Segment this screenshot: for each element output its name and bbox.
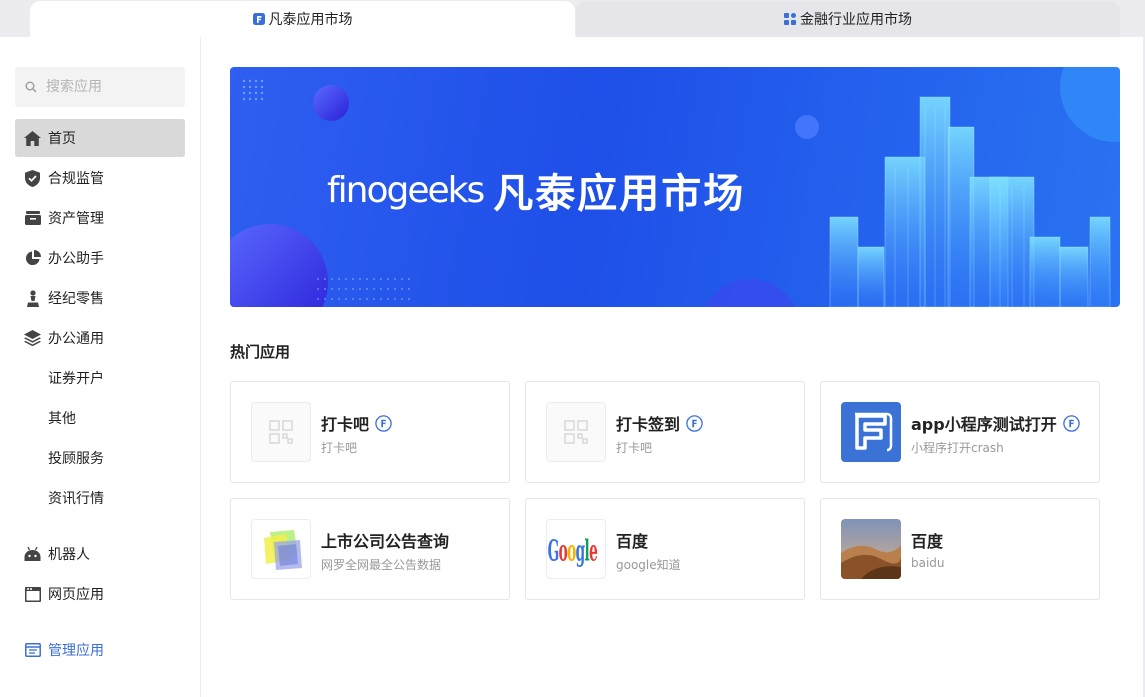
- app-description: 小程序打开crash: [911, 441, 1004, 455]
- pie-chart-icon: [24, 250, 41, 267]
- sidebar-subitem-advisory[interactable]: 投顾服务: [15, 439, 185, 477]
- search-input[interactable]: [46, 79, 166, 95]
- tab-label: 金融行业应用市场: [800, 12, 912, 28]
- app-name-text: 打卡吧: [321, 415, 370, 434]
- sidebar-item-label: 网页应用: [48, 587, 104, 603]
- app-name: 百度: [616, 528, 648, 552]
- google-logo-icon: Google: [546, 519, 606, 579]
- app-name: app小程序测试打开: [911, 411, 1080, 435]
- finogeeks-f-icon: [841, 402, 901, 462]
- layers-icon: [24, 330, 41, 347]
- sidebar-item-label: 经纪零售: [48, 291, 104, 307]
- sidebar-item-web-apps[interactable]: 网页应用: [15, 575, 185, 613]
- app-name-text: 上市公司公告查询: [321, 532, 450, 551]
- grid-apps-icon: [784, 13, 796, 25]
- app-card[interactable]: app小程序测试打开 小程序打开crash: [820, 381, 1100, 483]
- sidebar-item-label: 办公助手: [48, 251, 104, 267]
- shield-check-icon: [24, 169, 41, 187]
- sidebar-item-label: 机器人: [48, 547, 90, 563]
- app-name-text: 百度: [616, 532, 649, 551]
- app-description: google知道: [616, 558, 681, 572]
- app-name-text: 百度: [911, 532, 944, 551]
- main-content: finogeeks 凡泰应用市场 热门应用 打卡吧 打卡吧 打卡签到 打卡吧 a…: [201, 37, 1143, 697]
- sidebar-item-asset-management[interactable]: 资产管理: [15, 199, 185, 237]
- app-card[interactable]: 百度 baidu: [820, 498, 1100, 600]
- sidebar-item-home[interactable]: 首页: [15, 119, 185, 157]
- verified-badge-icon: [1062, 414, 1080, 432]
- sidebar-item-label: 资讯行情: [48, 491, 104, 507]
- app-name-text: app小程序测试打开: [911, 415, 1057, 434]
- app-description: 网罗全网最全公告数据: [321, 558, 442, 572]
- sidebar-item-label: 投顾服务: [48, 451, 104, 467]
- sidebar-item-brokerage-retail[interactable]: 经纪零售: [15, 279, 185, 317]
- qr-placeholder-icon: [546, 402, 606, 462]
- sidebar-item-label: 办公通用: [48, 331, 104, 347]
- manage-window-icon: [24, 642, 41, 659]
- tab-finogeeks-market[interactable]: 凡泰应用市场: [30, 1, 575, 37]
- finogeeks-wordmark: finogeeks: [327, 169, 485, 211]
- sidebar-subitem-market-news[interactable]: 资讯行情: [15, 479, 185, 517]
- sidebar-item-label: 首页: [48, 131, 76, 147]
- sidebar-subitem-other[interactable]: 其他: [15, 399, 185, 437]
- app-card[interactable]: 打卡签到 打卡吧: [525, 381, 805, 483]
- sidebar-item-manage-apps[interactable]: 管理应用: [15, 631, 185, 669]
- sidebar-item-office-general[interactable]: 办公通用: [15, 319, 185, 357]
- app-card[interactable]: Google 百度 google知道: [525, 498, 805, 600]
- sidebar-item-office-assistant[interactable]: 办公助手: [15, 239, 185, 277]
- archive-box-icon: [24, 210, 41, 227]
- sidebar-item-label: 管理应用: [48, 643, 104, 659]
- app-description: 打卡吧: [616, 441, 653, 455]
- tab-label: 凡泰应用市场: [268, 12, 353, 28]
- verified-badge-icon: [686, 414, 703, 432]
- sidebar-item-label: 其他: [48, 411, 76, 427]
- home-icon: [24, 130, 41, 147]
- hot-apps-heading: 热门应用: [230, 343, 291, 361]
- tab-finance-market[interactable]: 金融行业应用市场: [576, 1, 1120, 37]
- banner-title: finogeeks 凡泰应用市场: [327, 161, 745, 219]
- app-description: baidu: [911, 556, 945, 570]
- app-name: 打卡签到: [616, 411, 703, 435]
- app-name: 打卡吧: [321, 411, 392, 435]
- app-description: 打卡吧: [321, 441, 358, 455]
- sidebar-item-label: 合规监管: [48, 171, 104, 187]
- banner-heading: 凡泰应用市场: [493, 171, 746, 217]
- sidebar-item-compliance[interactable]: 合规监管: [15, 159, 185, 197]
- finogeeks-logo-icon: [252, 13, 265, 25]
- app-name: 上市公司公告查询: [321, 528, 449, 552]
- app-card[interactable]: 打卡吧 打卡吧: [230, 381, 510, 483]
- app-window: 首页 合规监管 资产管理 办公助手 经纪零售 办公通用 证券开户 其他 投: [0, 37, 1143, 697]
- sidebar: 首页 合规监管 资产管理 办公助手 经纪零售 办公通用 证券开户 其他 投: [0, 37, 201, 697]
- search-box[interactable]: [15, 67, 185, 107]
- svg-text:Google: Google: [548, 535, 598, 568]
- sidebar-item-label: 资产管理: [48, 211, 104, 227]
- qr-placeholder-icon: [251, 402, 311, 462]
- desert-dune-icon: [841, 519, 901, 579]
- robot-icon: [24, 546, 41, 563]
- chess-pawn-icon: [24, 289, 41, 307]
- cube-icon: [251, 519, 311, 579]
- tab-bar: 凡泰应用市场 金融行业应用市场: [0, 0, 1145, 37]
- app-name: 百度: [911, 528, 943, 552]
- sidebar-item-label: 证券开户: [48, 371, 104, 387]
- app-name-text: 打卡签到: [616, 415, 681, 434]
- app-card[interactable]: 上市公司公告查询 网罗全网最全公告数据: [230, 498, 510, 600]
- search-icon: [25, 81, 37, 93]
- browser-window-icon: [24, 586, 41, 603]
- verified-badge-icon: [375, 414, 392, 432]
- promo-banner[interactable]: finogeeks 凡泰应用市场: [230, 67, 1120, 307]
- sidebar-subitem-securities-account[interactable]: 证券开户: [15, 359, 185, 397]
- sidebar-item-robot[interactable]: 机器人: [15, 535, 185, 573]
